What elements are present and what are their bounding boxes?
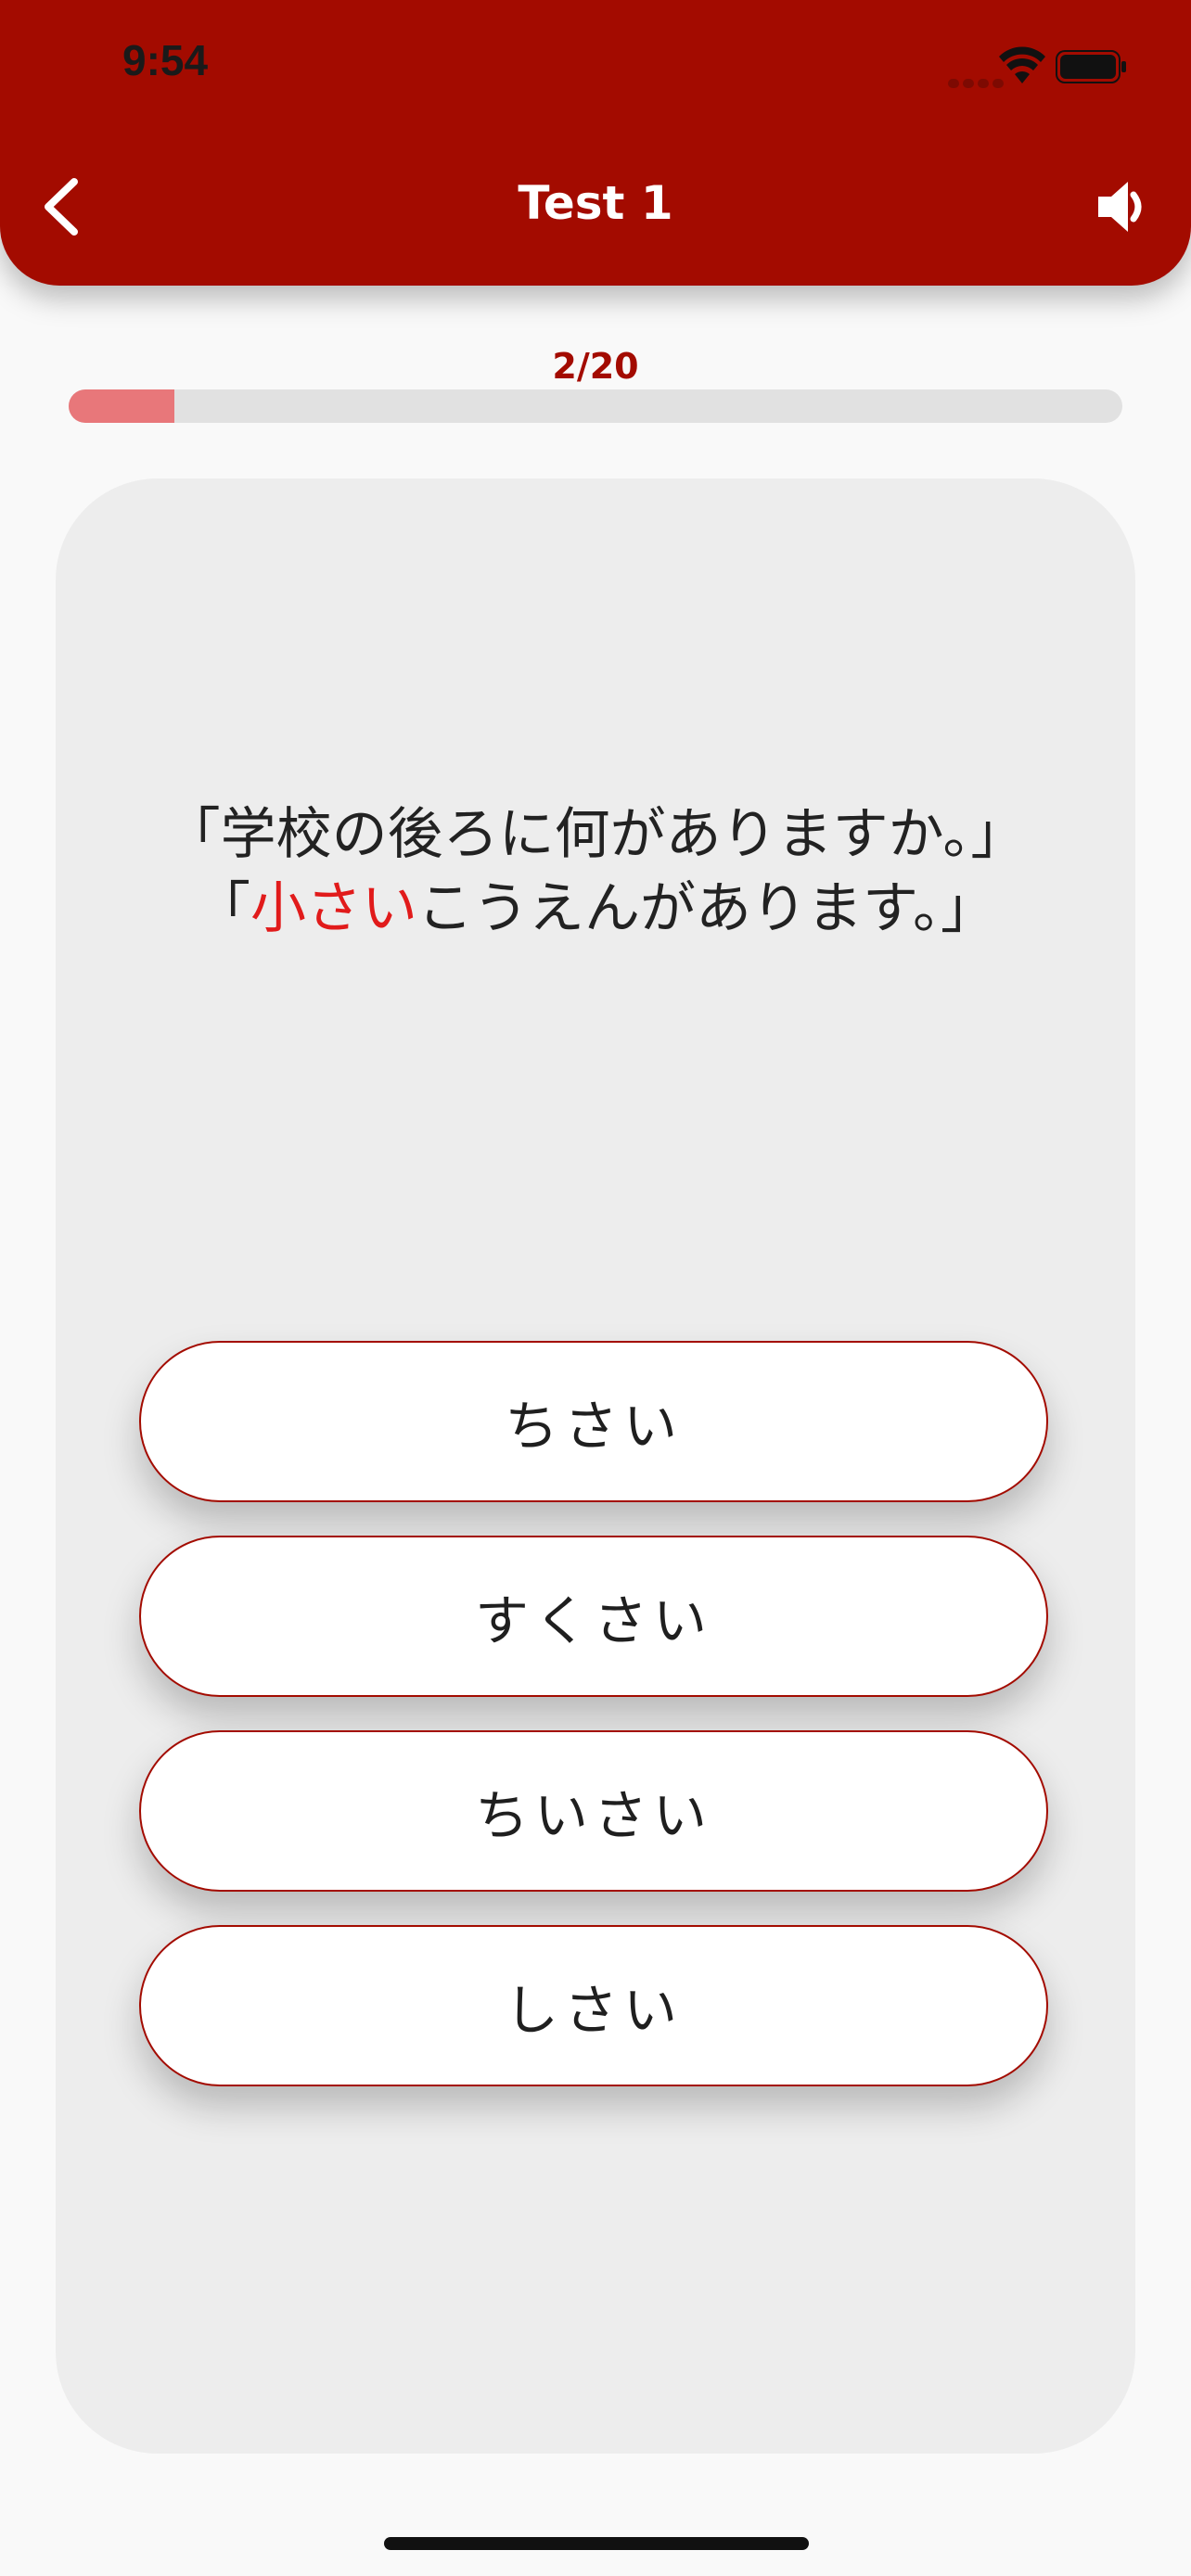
progress-bar — [69, 389, 1122, 423]
question-line-1: 「学校の後ろに何がありますか。」 — [164, 802, 1027, 867]
answer-option-4[interactable]: しさい — [139, 1925, 1048, 2086]
question-line-2-suffix: こうえんがあります。」 — [417, 876, 996, 941]
status-time: 9:54 — [122, 36, 209, 84]
sound-button[interactable] — [1095, 176, 1148, 237]
progress-bar-fill — [69, 389, 174, 423]
question-line-2: 「小さいこうえんがあります。」 — [56, 872, 1135, 946]
home-indicator — [384, 2537, 809, 2550]
page-title: Test 1 — [518, 176, 673, 230]
question-line-2-prefix: 「 — [195, 876, 250, 941]
answer-option-1[interactable]: ちさい — [139, 1341, 1048, 1502]
answer-list: ちさい すくさい ちいさい しさい — [139, 1341, 1052, 2120]
speaker-icon — [1098, 182, 1142, 232]
answer-option-2[interactable]: すくさい — [139, 1536, 1048, 1697]
question-text: 「学校の後ろに何がありますか。」 「小さいこうえんがあります。」 — [56, 797, 1135, 946]
battery-icon — [1056, 50, 1126, 83]
wifi-icon — [999, 46, 1045, 83]
progress-counter: 2/20 — [552, 346, 639, 387]
top-app-bar: 9:54 Test 1 — [0, 0, 1191, 286]
highlighted-word: 小さい — [250, 876, 417, 941]
answer-option-3[interactable]: ちいさい — [139, 1730, 1048, 1892]
